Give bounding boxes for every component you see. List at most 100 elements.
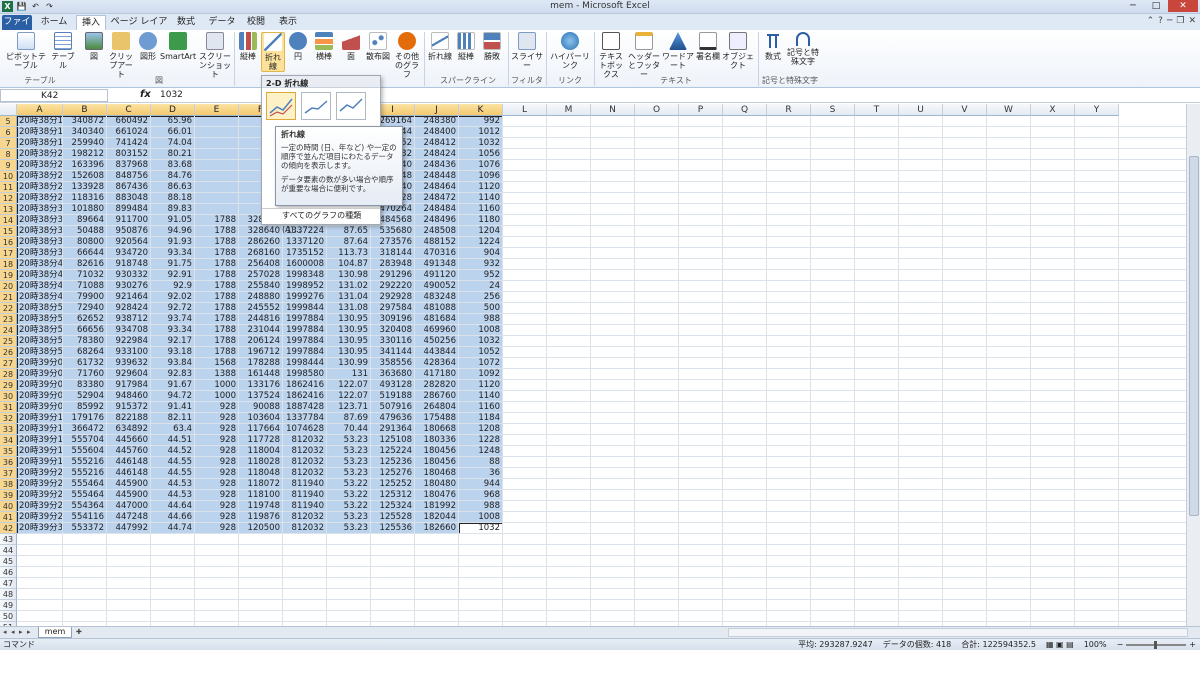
cell-I33[interactable]: 291364: [371, 424, 415, 435]
column-header-U[interactable]: U: [899, 104, 943, 116]
cell-J32[interactable]: 175488: [415, 413, 459, 424]
cell-B29[interactable]: 83380: [63, 380, 107, 391]
cell-D42[interactable]: 44.74: [151, 523, 195, 534]
cell-C16[interactable]: 920564: [107, 237, 151, 248]
cell-E36[interactable]: 928: [195, 457, 239, 468]
column-header-V[interactable]: V: [943, 104, 987, 116]
cell-F25[interactable]: 206124: [239, 336, 283, 347]
cell-F36[interactable]: 118028: [239, 457, 283, 468]
cell-B39[interactable]: 555464: [63, 490, 107, 501]
cell-E32[interactable]: 928: [195, 413, 239, 424]
row-header-20[interactable]: 20: [0, 281, 17, 292]
cell-H24[interactable]: 130.95: [327, 325, 371, 336]
cell-B33[interactable]: 366472: [63, 424, 107, 435]
column-header-J[interactable]: J: [415, 104, 459, 116]
cell-B37[interactable]: 555216: [63, 468, 107, 479]
cell-C13[interactable]: 899484: [107, 204, 151, 215]
cell-C42[interactable]: 447992: [107, 523, 151, 534]
cell-G39[interactable]: 811940: [283, 490, 327, 501]
cell-A27[interactable]: 20時39分01秒: [17, 358, 63, 369]
cell-J5[interactable]: 248380: [415, 116, 459, 127]
cell-J36[interactable]: 180456: [415, 457, 459, 468]
cell-C15[interactable]: 950876: [107, 226, 151, 237]
cell-C20[interactable]: 930276: [107, 281, 151, 292]
cell-J31[interactable]: 264804: [415, 402, 459, 413]
cell-I17[interactable]: 318144: [371, 248, 415, 259]
cell-I31[interactable]: 507916: [371, 402, 415, 413]
cell-C35[interactable]: 445760: [107, 446, 151, 457]
column-header-X[interactable]: X: [1031, 104, 1075, 116]
row-header-17[interactable]: 17: [0, 248, 17, 259]
cell-C25[interactable]: 922984: [107, 336, 151, 347]
cell-K15[interactable]: 1204: [459, 226, 503, 237]
cell-B8[interactable]: 198212: [63, 149, 107, 160]
cell-D13[interactable]: 89.83: [151, 204, 195, 215]
cell-E37[interactable]: 928: [195, 468, 239, 479]
cell-H41[interactable]: 53.23: [327, 512, 371, 523]
cell-A16[interactable]: 20時38分36秒: [17, 237, 63, 248]
signature-line-button[interactable]: 署名欄: [696, 32, 720, 61]
column-chart-button[interactable]: 縦棒: [238, 32, 258, 61]
cell-B31[interactable]: 85992: [63, 402, 107, 413]
column-header-N[interactable]: N: [591, 104, 635, 116]
cell-F38[interactable]: 118072: [239, 479, 283, 490]
vertical-scroll-thumb[interactable]: [1189, 156, 1199, 516]
cell-K31[interactable]: 1160: [459, 402, 503, 413]
cell-C37[interactable]: 446148: [107, 468, 151, 479]
cell-K36[interactable]: 88: [459, 457, 503, 468]
row-header-13[interactable]: 13: [0, 204, 17, 215]
cell-B23[interactable]: 62652: [63, 314, 107, 325]
row-header-49[interactable]: 49: [0, 600, 17, 611]
cell-J8[interactable]: 248424: [415, 149, 459, 160]
cell-A12[interactable]: 20時38分28秒: [17, 193, 63, 204]
row-header-18[interactable]: 18: [0, 259, 17, 270]
cell-F26[interactable]: 196712: [239, 347, 283, 358]
select-all-corner[interactable]: [0, 104, 17, 116]
cell-F40[interactable]: 119748: [239, 501, 283, 512]
cell-E41[interactable]: 928: [195, 512, 239, 523]
horizontal-scrollbar[interactable]: [728, 628, 1188, 637]
cell-C39[interactable]: 445900: [107, 490, 151, 501]
cell-B24[interactable]: 66656: [63, 325, 107, 336]
cell-I37[interactable]: 125276: [371, 468, 415, 479]
cell-B13[interactable]: 101880: [63, 204, 107, 215]
row-header-19[interactable]: 19: [0, 270, 17, 281]
cell-G20[interactable]: 1998952: [283, 281, 327, 292]
cell-C33[interactable]: 634892: [107, 424, 151, 435]
cell-D11[interactable]: 86.63: [151, 182, 195, 193]
cell-B40[interactable]: 554364: [63, 501, 107, 512]
cell-I30[interactable]: 519188: [371, 391, 415, 402]
cell-C27[interactable]: 939632: [107, 358, 151, 369]
first-sheet-icon[interactable]: ◂: [3, 628, 7, 636]
cell-A36[interactable]: 20時39分19秒: [17, 457, 63, 468]
row-header-37[interactable]: 37: [0, 468, 17, 479]
column-header-Q[interactable]: Q: [723, 104, 767, 116]
cell-D17[interactable]: 93.34: [151, 248, 195, 259]
cell-K5[interactable]: 992: [459, 116, 503, 127]
cell-H38[interactable]: 53.22: [327, 479, 371, 490]
row-header-38[interactable]: 38: [0, 479, 17, 490]
cell-J28[interactable]: 417180: [415, 369, 459, 380]
cell-J23[interactable]: 481684: [415, 314, 459, 325]
cell-D28[interactable]: 92.83: [151, 369, 195, 380]
new-sheet-icon[interactable]: ✚: [76, 628, 82, 636]
cell-C6[interactable]: 661024: [107, 127, 151, 138]
cell-C12[interactable]: 883048: [107, 193, 151, 204]
cell-D15[interactable]: 94.96: [151, 226, 195, 237]
cell-I38[interactable]: 125252: [371, 479, 415, 490]
row-header-9[interactable]: 9: [0, 160, 17, 171]
cell-E26[interactable]: 1788: [195, 347, 239, 358]
cell-E27[interactable]: 1568: [195, 358, 239, 369]
cell-E10[interactable]: [195, 171, 239, 182]
shapes-button[interactable]: 図形: [138, 32, 158, 61]
cell-F23[interactable]: 244816: [239, 314, 283, 325]
cell-H33[interactable]: 70.44: [327, 424, 371, 435]
column-header-P[interactable]: P: [679, 104, 723, 116]
cell-J34[interactable]: 180336: [415, 435, 459, 446]
cell-H32[interactable]: 87.69: [327, 413, 371, 424]
cell-J18[interactable]: 491348: [415, 259, 459, 270]
cell-G42[interactable]: 812032: [283, 523, 327, 534]
minimize-button[interactable]: ─: [1122, 0, 1144, 12]
cell-K21[interactable]: 256: [459, 292, 503, 303]
cell-K22[interactable]: 500: [459, 303, 503, 314]
